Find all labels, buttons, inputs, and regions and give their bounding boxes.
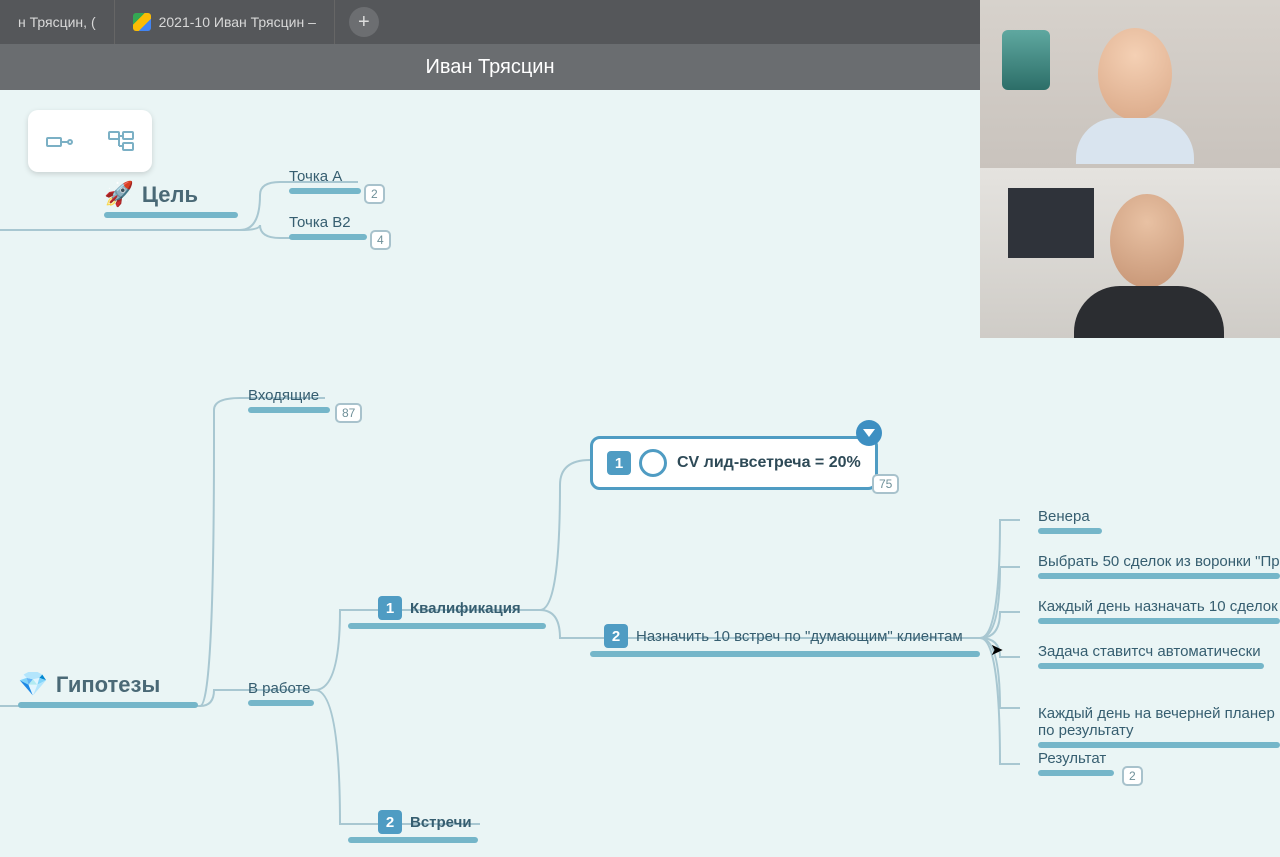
document-title-bar: Иван Трясцин [0,44,980,90]
node-label: Назначить 10 встреч по "думающим" клиент… [636,628,963,645]
tab-label: 2021-10 Иван Трясцин – [159,14,316,30]
badge-point-a[interactable]: 2 [364,184,385,204]
node-label: В работе [248,680,311,697]
node-cv-lead-meeting[interactable]: 1 CV лид-всетреча = 20% [590,436,878,490]
node-label: Точка А [289,168,342,185]
monitor-icon [1008,188,1094,258]
node-meetings[interactable]: 2 Встречи [378,810,478,843]
node-label: Цель [142,182,198,208]
painting-icon [1002,30,1050,90]
google-drive-icon [133,13,151,31]
node-pick-50[interactable]: Выбрать 50 сделок из воронки "Пр [1038,553,1280,579]
node-result[interactable]: Результат [1038,750,1114,776]
priority-badge: 2 [378,810,402,834]
node-label: Встречи [410,814,472,831]
node-label: Результат [1038,750,1106,767]
checkbox-icon[interactable] [639,449,667,477]
node-qualification[interactable]: 1 Квалификация [378,596,546,629]
video-participant-2[interactable] [980,168,1280,338]
face-icon [1098,28,1172,120]
badge-point-b2[interactable]: 4 [370,230,391,250]
gem-icon: 💎 [18,670,48,699]
document-title: Иван Трясцин [426,56,555,79]
node-label: Точка В2 [289,214,351,231]
torso-icon [1076,118,1194,164]
node-in-work[interactable]: В работе [248,680,314,706]
rocket-icon: 🚀 [104,180,134,209]
tab-bar: н Трясцин, ( 2021-10 Иван Трясцин – + [0,0,980,44]
outline-view-icon[interactable] [44,130,74,152]
priority-badge: 1 [378,596,402,620]
view-toolbar [28,110,152,172]
node-incoming[interactable]: Входящие [248,387,330,413]
node-label: Квалификация [410,600,521,617]
node-daily-10[interactable]: Каждый день назначать 10 сделок [1038,598,1280,624]
badge-cv[interactable]: 75 [872,474,899,494]
priority-badge: 2 [604,624,628,648]
tab-0[interactable]: н Трясцин, ( [0,0,115,44]
torso-icon [1074,286,1224,338]
node-assign-meetings[interactable]: 2 Назначить 10 встреч по "думающим" клиен… [604,624,980,657]
new-tab-button[interactable]: + [349,7,379,37]
mouse-cursor-icon: ➤ [990,640,1003,660]
node-label: Гипотезы [56,672,160,698]
node-label: Каждый день назначать 10 сделок [1038,598,1278,615]
face-icon [1110,194,1184,288]
tree-view-icon[interactable] [106,130,136,152]
collapse-toggle[interactable] [856,420,882,446]
node-label: Каждый день на вечерней планер по резуль… [1038,705,1275,739]
node-label: Выбрать 50 сделок из воронки "Пр [1038,553,1280,570]
badge-result[interactable]: 2 [1122,766,1143,786]
node-hypotheses-root[interactable]: 💎 Гипотезы [18,670,198,708]
node-point-a[interactable]: Точка А [289,168,361,194]
node-label: Задача ставитсч автоматически [1038,643,1261,660]
mindmap-canvas[interactable]: 🚀 Цель Точка А 2 Точка В2 4 Входящие 87 💎… [0,90,980,857]
node-auto-task[interactable]: Задача ставитсч автоматически [1038,643,1264,669]
node-goal-root[interactable]: 🚀 Цель [104,180,238,218]
priority-badge: 1 [607,451,631,475]
node-label: Входящие [248,387,319,404]
node-label: Венера [1038,508,1090,525]
badge-incoming[interactable]: 87 [335,403,362,423]
tab-1[interactable]: 2021-10 Иван Трясцин – [115,0,335,44]
node-venera[interactable]: Венера [1038,508,1102,534]
tab-label: н Трясцин, ( [18,14,96,30]
node-point-b2[interactable]: Точка В2 [289,214,367,240]
node-label: CV лид-всетреча = 20% [677,454,861,472]
video-participant-1[interactable] [980,0,1280,168]
